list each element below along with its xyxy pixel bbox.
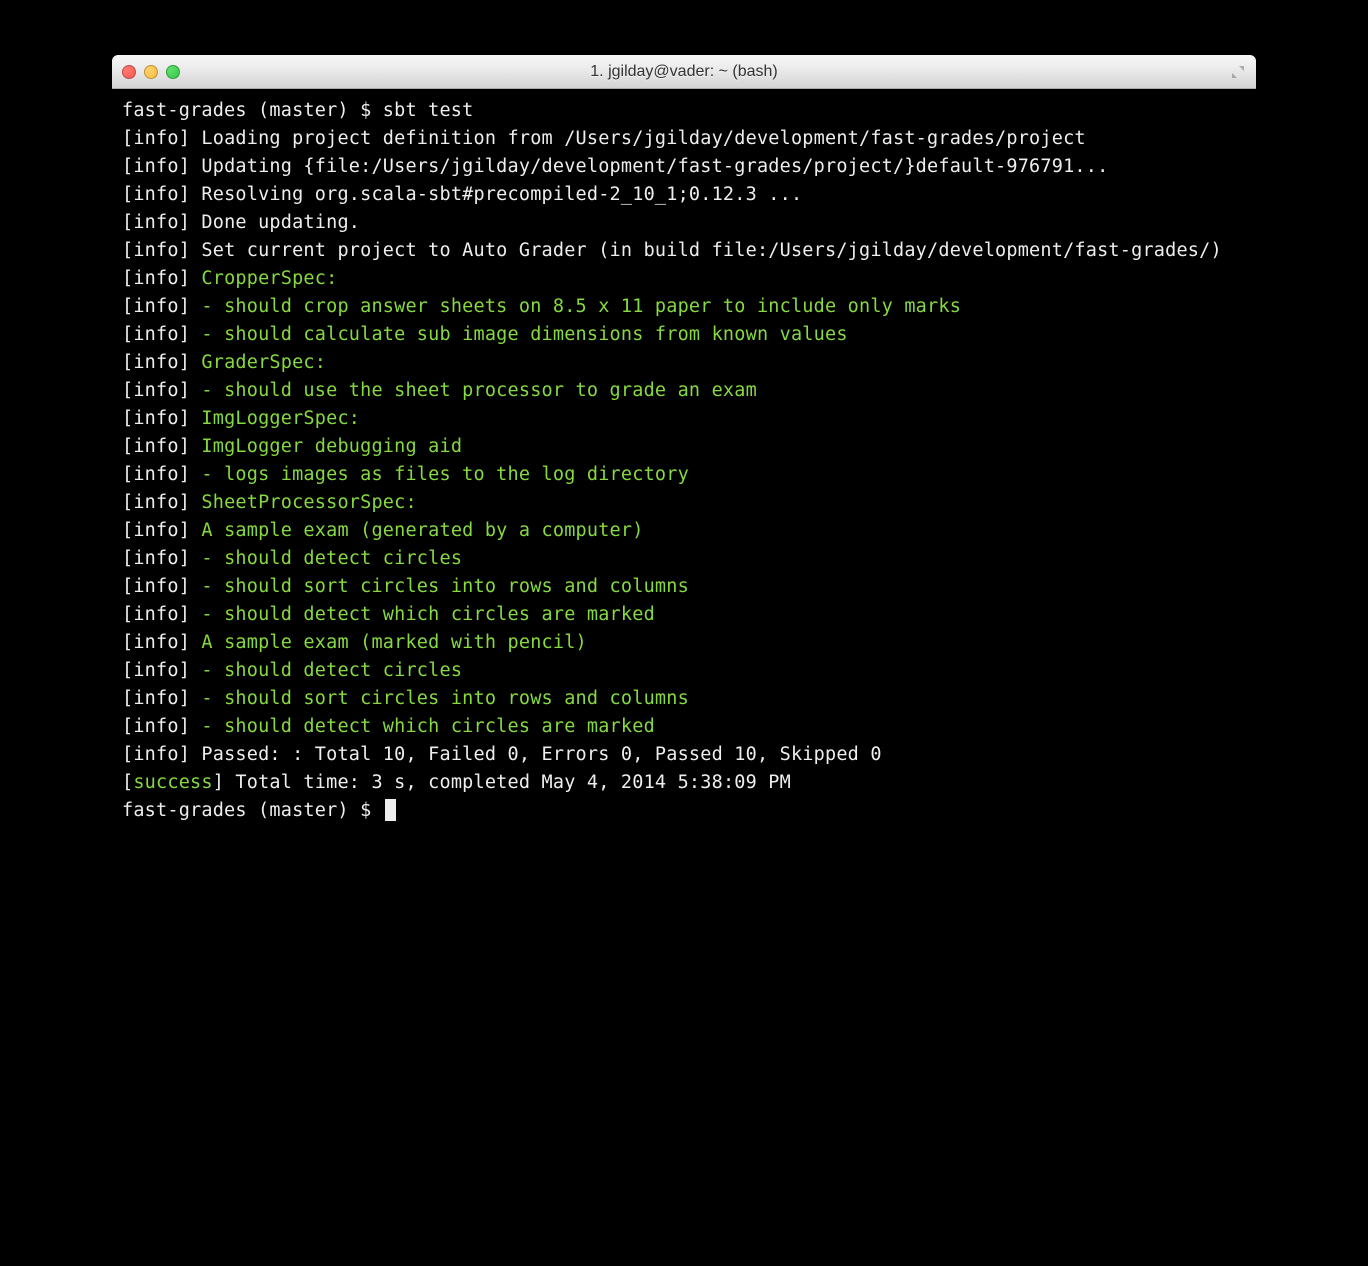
command: sbt test	[383, 100, 474, 121]
log-message: - should detect which circles are marked	[201, 716, 655, 737]
log-message: A sample exam (marked with pencil)	[201, 632, 587, 653]
log-level-tag: info	[133, 352, 178, 373]
log-message: Updating {file:/Users/jgilday/developmen…	[201, 156, 1108, 177]
log-level-tag: info	[133, 660, 178, 681]
close-icon[interactable]	[122, 65, 136, 79]
output-line: [info] Done updating.	[122, 209, 1246, 237]
log-message: Set current project to Auto Grader (in b…	[201, 240, 1221, 261]
log-level-tag: info	[133, 240, 178, 261]
terminal-output[interactable]: fast-grades (master) $ sbt test[info] Lo…	[112, 89, 1256, 985]
log-message: Total time: 3 s, completed May 4, 2014 5…	[235, 772, 791, 793]
cursor-icon	[385, 799, 396, 821]
window-title: 1. jgilday@vader: ~ (bash)	[590, 63, 777, 81]
window-titlebar[interactable]: 1. jgilday@vader: ~ (bash)	[112, 55, 1256, 89]
output-line: [info] - should detect which circles are…	[122, 601, 1246, 629]
output-line: [info] - should sort circles into rows a…	[122, 573, 1246, 601]
log-message: - should detect circles	[201, 660, 462, 681]
log-level-tag: info	[133, 324, 178, 345]
log-message: CropperSpec:	[201, 268, 337, 289]
log-level-tag: info	[133, 436, 178, 457]
log-message: - should calculate sub image dimensions …	[201, 324, 847, 345]
log-level-tag: info	[133, 632, 178, 653]
log-message: - should sort circles into rows and colu…	[201, 688, 689, 709]
output-line: [info] Passed: : Total 10, Failed 0, Err…	[122, 741, 1246, 769]
log-message: ImgLogger debugging aid	[201, 436, 462, 457]
log-message: - should use the sheet processor to grad…	[201, 380, 757, 401]
log-level-tag: info	[133, 576, 178, 597]
log-message: - should crop answer sheets on 8.5 x 11 …	[201, 296, 961, 317]
log-level-tag: info	[133, 380, 178, 401]
log-level-tag: info	[133, 604, 178, 625]
log-level-tag: info	[133, 464, 178, 485]
log-level-tag: info	[133, 548, 178, 569]
output-line: [info] - should detect which circles are…	[122, 713, 1246, 741]
traffic-lights	[122, 65, 180, 79]
success-line: [success] Total time: 3 s, completed May…	[122, 769, 1246, 797]
output-line: [info] - should crop answer sheets on 8.…	[122, 293, 1246, 321]
log-message: SheetProcessorSpec:	[201, 492, 416, 513]
log-level-tag: info	[133, 296, 178, 317]
output-line: [info] - should sort circles into rows a…	[122, 685, 1246, 713]
output-line: [info] - should calculate sub image dime…	[122, 321, 1246, 349]
log-level-tag: info	[133, 184, 178, 205]
log-level-tag: success	[133, 772, 212, 793]
log-level-tag: info	[133, 408, 178, 429]
terminal-window: 1. jgilday@vader: ~ (bash) fast-grades (…	[112, 55, 1256, 985]
prompt-line: fast-grades (master) $	[122, 797, 1246, 825]
output-line: [info] Loading project definition from /…	[122, 125, 1246, 153]
output-line: [info] - should use the sheet processor …	[122, 377, 1246, 405]
log-message: Passed: : Total 10, Failed 0, Errors 0, …	[201, 744, 881, 765]
log-message: A sample exam (generated by a computer)	[201, 520, 643, 541]
log-message: Loading project definition from /Users/j…	[201, 128, 1085, 149]
log-level-tag: info	[133, 716, 178, 737]
output-line: [info] CropperSpec:	[122, 265, 1246, 293]
output-line: [info] Set current project to Auto Grade…	[122, 237, 1246, 265]
output-line: [info] ImgLoggerSpec:	[122, 405, 1246, 433]
log-message: - logs images as files to the log direct…	[201, 464, 689, 485]
log-message: ImgLoggerSpec:	[201, 408, 360, 429]
output-line: [info] - logs images as files to the log…	[122, 461, 1246, 489]
output-line: [info] Updating {file:/Users/jgilday/dev…	[122, 153, 1246, 181]
output-line: [info] GraderSpec:	[122, 349, 1246, 377]
log-message: GraderSpec:	[201, 352, 326, 373]
zoom-icon[interactable]	[166, 65, 180, 79]
log-message: - should sort circles into rows and colu…	[201, 576, 689, 597]
log-message: - should detect which circles are marked	[201, 604, 655, 625]
prompt-line: fast-grades (master) $ sbt test	[122, 97, 1246, 125]
log-level-tag: info	[133, 128, 178, 149]
log-level-tag: info	[133, 688, 178, 709]
log-message: - should detect circles	[201, 548, 462, 569]
output-line: [info] - should detect circles	[122, 545, 1246, 573]
fullscreen-icon[interactable]	[1230, 64, 1246, 80]
log-level-tag: info	[133, 520, 178, 541]
prompt: fast-grades (master) $	[122, 800, 383, 821]
output-line: [info] A sample exam (generated by a com…	[122, 517, 1246, 545]
output-line: [info] A sample exam (marked with pencil…	[122, 629, 1246, 657]
prompt: fast-grades (master) $	[122, 100, 383, 121]
output-line: [info] Resolving org.scala-sbt#precompil…	[122, 181, 1246, 209]
output-line: [info] ImgLogger debugging aid	[122, 433, 1246, 461]
log-message: Done updating.	[201, 212, 360, 233]
log-level-tag: info	[133, 492, 178, 513]
output-line: [info] SheetProcessorSpec:	[122, 489, 1246, 517]
minimize-icon[interactable]	[144, 65, 158, 79]
log-level-tag: info	[133, 212, 178, 233]
log-level-tag: info	[133, 268, 178, 289]
log-message: Resolving org.scala-sbt#precompiled-2_10…	[201, 184, 802, 205]
log-level-tag: info	[133, 156, 178, 177]
output-line: [info] - should detect circles	[122, 657, 1246, 685]
log-level-tag: info	[133, 744, 178, 765]
